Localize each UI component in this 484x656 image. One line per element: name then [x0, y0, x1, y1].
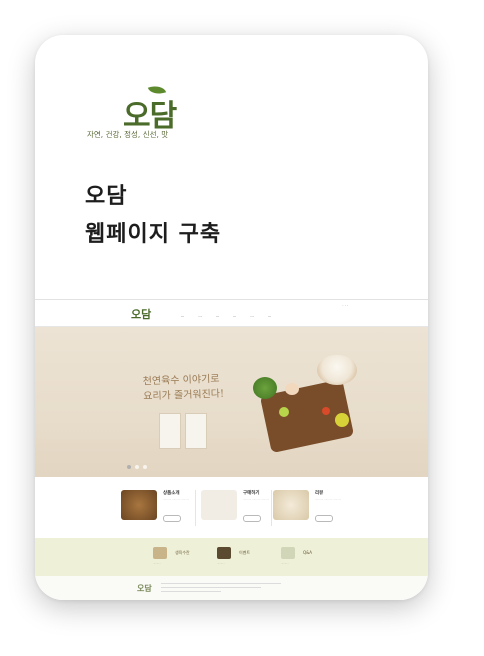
footer-text-line: [161, 583, 281, 584]
utility-links: · · ·: [342, 304, 348, 308]
nav-item: ···: [233, 315, 237, 319]
lemon-image: [335, 413, 349, 427]
odam-logo: 오담 자연, 건강, 정성, 신선, 맛: [87, 82, 197, 141]
feature-title: 상품소개: [163, 491, 180, 496]
feature-description: ·········· ·········· ··········: [315, 498, 342, 501]
info-icon: [217, 547, 231, 559]
egg-image: [285, 383, 299, 395]
feature-thumbnail: [121, 490, 157, 520]
info-icon: [281, 547, 295, 559]
slider-dot: [143, 465, 147, 469]
nav-item: ···: [215, 315, 220, 319]
nav-item: ···: [267, 315, 272, 319]
footer-text-line: [161, 587, 261, 588]
slider-dot: [127, 465, 131, 469]
flour-bowl-image: [317, 355, 357, 385]
info-description: ··········: [281, 562, 289, 565]
feature-title: 리뷰: [315, 491, 324, 496]
slider-dots: [127, 465, 147, 469]
divider: [195, 490, 196, 526]
hero-copy: 천연육수 이야기로 요리가 즐거워진다!: [143, 372, 225, 405]
info-title: 생육수란: [175, 550, 190, 555]
feature-title: 구매하기: [243, 491, 260, 496]
project-subtitle: 웹페이지 구축: [85, 222, 222, 247]
footer-text-line: [161, 591, 221, 592]
info-title: Q&A: [303, 550, 313, 555]
footer-logo: 오담: [137, 583, 152, 593]
feature-thumbnail: [201, 490, 237, 520]
feature-more-button: [315, 515, 333, 522]
info-title: 이벤트: [239, 550, 251, 555]
info-item: Q&A ··········: [281, 544, 381, 572]
nav-item: ···: [198, 315, 202, 319]
hero-banner: 천연육수 이야기로 요리가 즐거워진다!: [35, 327, 428, 477]
info-description: ··········: [217, 562, 225, 565]
site-header: 오담 · · · ··· ··· ··· ··· ··· ···: [35, 300, 428, 327]
logo-tagline: 자연, 건강, 정성, 신선, 맛: [87, 130, 169, 139]
nav-item: ···: [250, 315, 254, 319]
project-card[interactable]: 오담 자연, 건강, 정성, 신선, 맛 오담 웹페이지 구축 오담 · · ·…: [35, 35, 428, 600]
tomato-image: [322, 407, 330, 415]
hero-copy-line2: 요리가 즐거워진다!: [143, 388, 225, 403]
nav-item: ···: [181, 315, 185, 319]
lime-image: [279, 407, 289, 417]
slider-dot: [135, 465, 139, 469]
feature-review: 리뷰 ·········· ·········· ··········: [273, 486, 383, 530]
site-nav: ··· ··· ··· ··· ··· ···: [181, 315, 271, 319]
info-icon: [153, 547, 167, 559]
project-title: 오담: [85, 184, 128, 209]
feature-more-button: [243, 515, 261, 522]
product-package-image: [159, 413, 181, 449]
feature-thumbnail: [273, 490, 309, 520]
vegetable-image: [253, 377, 277, 399]
product-package-image: [185, 413, 207, 449]
info-band: 생육수란 ·········· 이벤트 ·········· Q&A ·····…: [35, 538, 428, 576]
website-preview: 오담 · · · ··· ··· ··· ··· ··· ··· 천연육수 이야…: [35, 299, 428, 600]
feature-row: 상품소개 ·········· ·········· ·········· 구매…: [35, 478, 428, 538]
site-footer: 오담: [35, 576, 428, 600]
site-logo: 오담: [131, 308, 152, 321]
info-description: ··········: [153, 562, 161, 565]
feature-more-button: [163, 515, 181, 522]
divider: [271, 490, 272, 526]
